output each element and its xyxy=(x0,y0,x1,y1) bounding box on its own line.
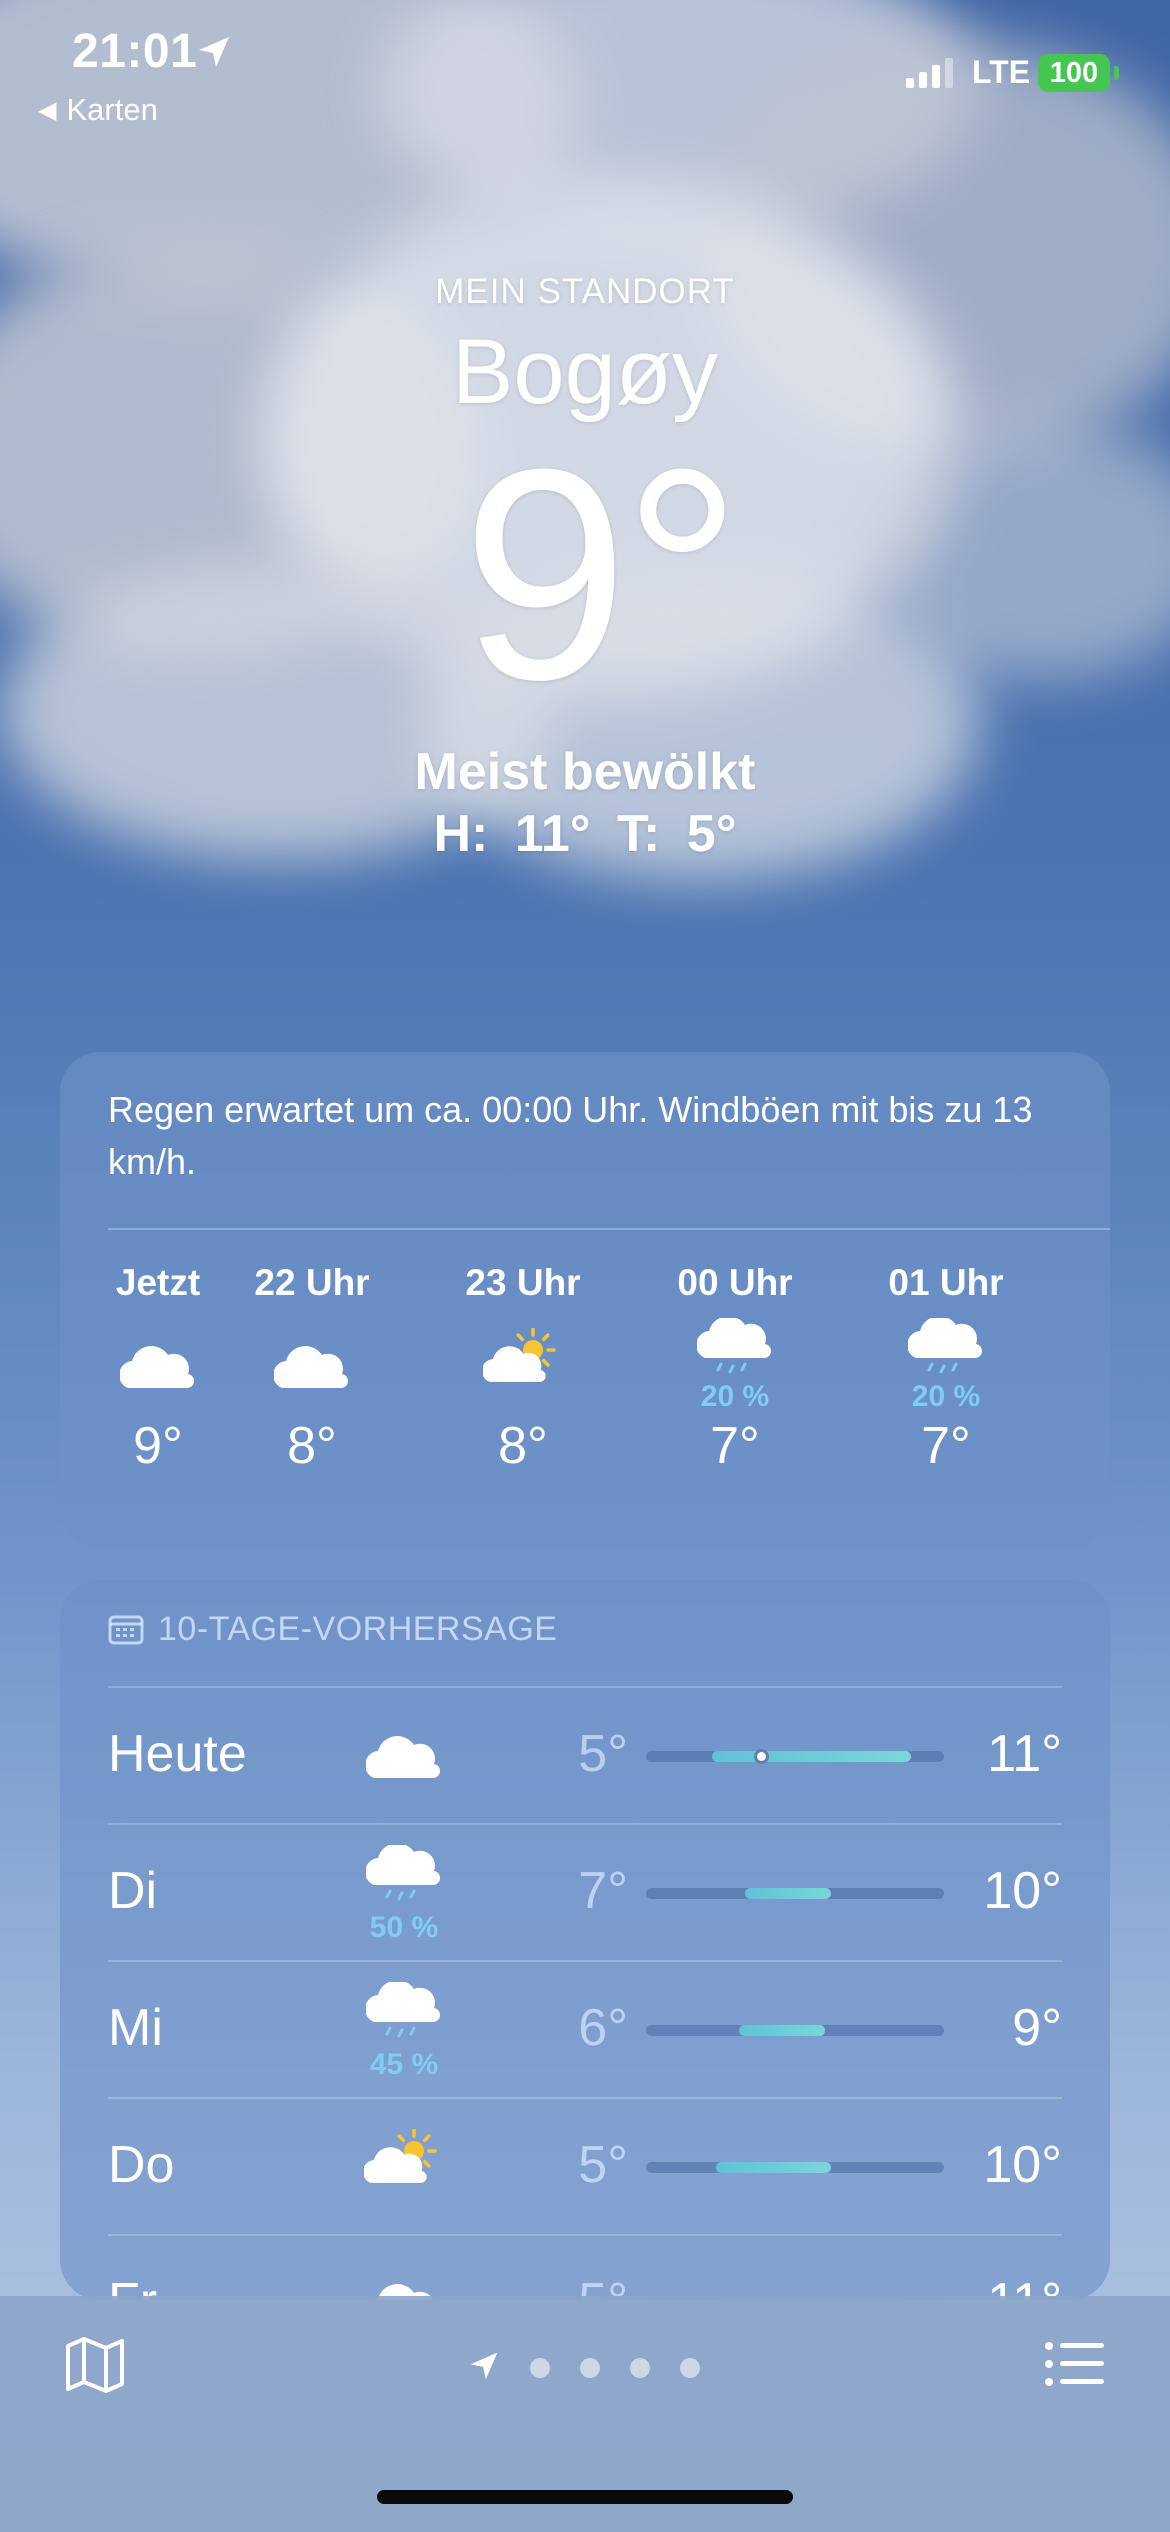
day-name: Di xyxy=(108,1862,158,1920)
precip-chance: 20 % xyxy=(911,1380,981,1413)
page-dot[interactable] xyxy=(530,2358,550,2378)
cloud-icon xyxy=(344,2262,464,2300)
hour-item: 00 Uhr 20 % 7° xyxy=(655,1262,815,1476)
rain-cloud-icon: 50 % xyxy=(344,1845,464,1951)
home-indicator[interactable] xyxy=(377,2490,793,2504)
low-temperature: 5° xyxy=(578,1725,628,1783)
day-name: Mi xyxy=(108,1999,163,2057)
hour-temperature: 7° xyxy=(921,1417,971,1475)
ten-day-header: 10-TAGE-VORHERSAGE xyxy=(108,1610,557,1649)
current-temperature: 9° xyxy=(461,406,743,742)
high-temperature: 10° xyxy=(983,2136,1062,2194)
hour-item: 01 Uhr 20 % 7° xyxy=(866,1262,1026,1476)
row-divider xyxy=(108,2234,1062,2236)
hour-temperature: 7° xyxy=(710,1417,760,1475)
hour-item: 22 Uhr 8° xyxy=(232,1262,392,1476)
temperature-range-bar xyxy=(646,1749,944,1764)
page-dot[interactable] xyxy=(580,2358,600,2378)
hourly-forecast-card[interactable]: Regen erwartet um ca. 00:00 Uhr. Windböe… xyxy=(60,1052,1110,1548)
day-row[interactable]: Fr 5° 11° xyxy=(108,2234,1062,2300)
status-bar: 21:01 ◀ Karten LTE 100 xyxy=(0,0,1170,140)
day-row[interactable]: Mi 45 % 6° 9° xyxy=(108,1960,1062,2096)
temperature-range-fill xyxy=(745,1888,832,1899)
row-divider xyxy=(108,1686,1062,1688)
hour-temperature: 8° xyxy=(498,1417,548,1475)
partly-sunny-icon xyxy=(443,1324,603,1414)
row-divider xyxy=(108,1960,1062,1962)
temperature-range-fill xyxy=(712,1751,911,1762)
cloud-icon xyxy=(78,1324,238,1414)
condition-text: Meist bewölkt xyxy=(414,743,756,801)
precip-chance: 45 % xyxy=(369,2048,439,2081)
calendar-icon xyxy=(108,1615,144,1645)
back-to-maps-button[interactable]: ◀ Karten xyxy=(38,92,158,128)
location-arrow-icon xyxy=(199,37,229,67)
current-location-page-icon[interactable] xyxy=(468,2350,500,2382)
page-dot[interactable] xyxy=(680,2358,700,2378)
page-dot[interactable] xyxy=(630,2358,650,2378)
hour-label: 22 Uhr xyxy=(254,1262,370,1303)
temperature-range-fill xyxy=(738,2025,825,2036)
current-temp-marker xyxy=(753,1749,769,1764)
low-temperature: 5° xyxy=(578,2136,628,2194)
locations-list-icon[interactable] xyxy=(1044,2340,1106,2388)
cellular-signal-icon xyxy=(906,58,953,88)
day-name: Do xyxy=(108,2136,175,2194)
city-name: Bogøy xyxy=(452,321,718,423)
precip-chance: 50 % xyxy=(369,1911,439,1944)
hour-label: 00 Uhr xyxy=(677,1262,793,1303)
high-temperature: 9° xyxy=(1012,1999,1062,2057)
card-divider xyxy=(108,1228,1110,1230)
day-row[interactable]: Heute 5° 11° xyxy=(108,1686,1062,1822)
ten-day-forecast-card[interactable]: 10-TAGE-VORHERSAGE Heute 5° 11° Di 50 % … xyxy=(60,1580,1110,2300)
partly-sunny-icon xyxy=(344,2125,464,2225)
hour-temperature: 8° xyxy=(287,1417,337,1475)
rain-cloud-icon: 45 % xyxy=(344,1982,464,2088)
temperature-range-bar xyxy=(646,1888,944,1899)
back-label: Karten xyxy=(66,92,158,127)
high-temperature: 11° xyxy=(987,1725,1062,1783)
day-row[interactable]: Do 5° 10° xyxy=(108,2097,1062,2233)
clock: 21:01 xyxy=(72,25,198,78)
temperature-range-bar xyxy=(646,2025,944,2036)
ten-day-title: 10-TAGE-VORHERSAGE xyxy=(158,1610,558,1648)
battery-indicator: 100 xyxy=(1038,54,1110,92)
cloud-icon xyxy=(232,1324,392,1414)
hour-label: Jetzt xyxy=(115,1262,201,1303)
high-low-text: H: 11° T: 5° xyxy=(433,805,737,863)
low-temperature: 7° xyxy=(578,1862,628,1920)
current-weather: MEIN STANDORT Bogøy 9° Meist bewölkt H: … xyxy=(0,272,1170,864)
cloud-icon xyxy=(344,1714,464,1814)
rain-cloud-icon: 20 % xyxy=(866,1318,1026,1414)
battery-tip xyxy=(1114,66,1119,80)
hour-temperature: 9° xyxy=(133,1417,183,1475)
forecast-summary: Regen erwartet um ca. 00:00 Uhr. Windböe… xyxy=(108,1089,1033,1182)
rain-cloud-icon: 20 % xyxy=(655,1318,815,1414)
temperature-range-fill xyxy=(715,2162,832,2173)
network-type: LTE xyxy=(972,54,1031,90)
precip-chance: 20 % xyxy=(700,1380,770,1413)
hour-label: 23 Uhr xyxy=(465,1262,581,1303)
high-temperature: 10° xyxy=(983,1862,1062,1920)
day-row[interactable]: Di 50 % 7° 10° xyxy=(108,1823,1062,1959)
map-icon[interactable] xyxy=(64,2336,126,2394)
back-triangle-icon: ◀ xyxy=(38,97,57,124)
day-name: Heute xyxy=(108,1725,247,1783)
row-divider xyxy=(108,2097,1062,2099)
location-label: MEIN STANDORT xyxy=(435,272,735,311)
row-divider xyxy=(108,1823,1062,1825)
temperature-range-bar xyxy=(646,2162,944,2173)
hour-label: 01 Uhr xyxy=(888,1262,1004,1303)
low-temperature: 6° xyxy=(578,1999,628,2057)
hour-item: Jetzt 9° xyxy=(78,1262,238,1476)
hour-item: 23 Uhr 8° xyxy=(443,1262,603,1476)
